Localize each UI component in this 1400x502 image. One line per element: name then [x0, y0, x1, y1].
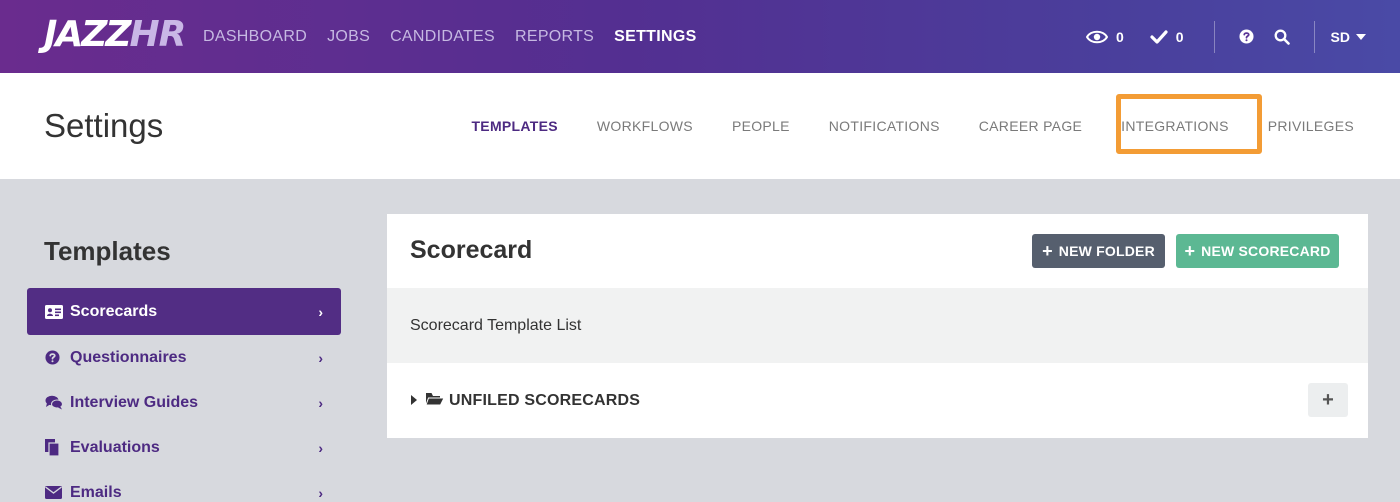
- id-card-icon: [45, 304, 65, 319]
- nav-jobs[interactable]: JOBS: [327, 28, 370, 46]
- tasks-counter[interactable]: 0: [1150, 29, 1184, 45]
- chat-bubbles-icon: [45, 395, 65, 410]
- tab-notifications[interactable]: NOTIFICATIONS: [829, 118, 940, 134]
- documents-icon: [45, 439, 65, 456]
- new-folder-label: NEW FOLDER: [1058, 243, 1155, 259]
- top-right-controls: 0 0 SD: [1085, 0, 1400, 73]
- tab-people[interactable]: PEOPLE: [732, 118, 790, 134]
- plus-icon: +: [1184, 241, 1196, 261]
- sidebar-item-evaluations[interactable]: Evaluations ›: [27, 425, 341, 470]
- folder-label: UNFILED SCORECARDS: [449, 392, 641, 409]
- logo-sub-text: HR: [129, 14, 186, 55]
- panel-title: Scorecard: [410, 236, 533, 264]
- sidebar-title: Templates: [44, 236, 171, 266]
- jazzhr-logo[interactable]: JAZZ HR: [44, 14, 186, 55]
- sidebar-item-label: Questionnaires: [70, 348, 187, 366]
- search-icon[interactable]: [1274, 29, 1290, 45]
- settings-header: Settings TEMPLATES WORKFLOWS PEOPLE NOTI…: [0, 73, 1400, 179]
- sidebar-item-label: Scorecards: [70, 302, 158, 320]
- plus-icon: +: [1042, 241, 1053, 261]
- new-scorecard-label: NEW SCORECARD: [1201, 243, 1331, 259]
- scorecard-panel: Scorecard + NEW FOLDER + NEW SCORECARD S…: [387, 214, 1368, 438]
- sidebar-item-interview-guides[interactable]: Interview Guides ›: [27, 380, 341, 425]
- chevron-right-icon: ›: [318, 349, 323, 366]
- nav-divider-2: [1313, 20, 1315, 53]
- settings-tabs: TEMPLATES WORKFLOWS PEOPLE NOTIFICATIONS…: [471, 73, 1354, 179]
- top-navigation-bar: JAZZ HR DASHBOARD JOBS CANDIDATES REPORT…: [0, 0, 1400, 73]
- chevron-right-icon: ›: [318, 439, 323, 456]
- tab-integrations[interactable]: INTEGRATIONS: [1121, 118, 1229, 134]
- chevron-right-icon: ›: [318, 394, 323, 411]
- list-header-text: Scorecard Template List: [410, 317, 582, 334]
- caret-down-icon: [1356, 33, 1366, 40]
- nav-reports[interactable]: REPORTS: [515, 28, 594, 46]
- tab-privileges[interactable]: PRIVILEGES: [1268, 118, 1354, 134]
- sidebar-item-label: Emails: [70, 483, 122, 501]
- chevron-right-icon: ›: [318, 484, 323, 501]
- add-to-folder-button[interactable]: +: [1308, 383, 1348, 417]
- eye-icon: [1085, 30, 1108, 43]
- new-folder-button[interactable]: + NEW FOLDER: [1032, 234, 1165, 268]
- nav-divider: [1213, 20, 1215, 53]
- views-count: 0: [1115, 28, 1124, 45]
- page-title: Settings: [44, 107, 164, 144]
- question-circle-icon: [45, 350, 65, 365]
- chevron-right-icon: ›: [318, 303, 323, 320]
- user-initials: SD: [1330, 28, 1350, 45]
- tasks-count: 0: [1175, 28, 1184, 45]
- help-icon[interactable]: [1239, 29, 1254, 44]
- nav-settings[interactable]: SETTINGS: [614, 28, 696, 46]
- user-menu[interactable]: SD: [1331, 29, 1366, 45]
- tab-career-page[interactable]: CAREER PAGE: [979, 118, 1082, 134]
- tab-templates[interactable]: TEMPLATES: [471, 118, 557, 134]
- views-counter[interactable]: 0: [1085, 28, 1124, 45]
- sidebar-item-scorecards[interactable]: Scorecards ›: [27, 288, 341, 335]
- sidebar-item-label: Interview Guides: [70, 393, 199, 411]
- folder-row-unfiled[interactable]: UNFILED SCORECARDS +: [387, 363, 1368, 438]
- nav-candidates[interactable]: CANDIDATES: [390, 28, 495, 46]
- folder-open-icon: [425, 392, 445, 411]
- check-icon: [1150, 29, 1168, 44]
- logo-main-text: JAZZ: [44, 14, 131, 55]
- new-scorecard-button[interactable]: + NEW SCORECARD: [1176, 234, 1339, 268]
- caret-right-icon[interactable]: [411, 395, 417, 405]
- tab-workflows[interactable]: WORKFLOWS: [597, 118, 693, 134]
- list-header: Scorecard Template List: [387, 288, 1368, 363]
- sidebar-list: Scorecards › Questionnaires › Interview …: [27, 288, 341, 502]
- envelope-icon: [45, 486, 65, 499]
- main-nav: DASHBOARD JOBS CANDIDATES REPORTS SETTIN…: [203, 0, 697, 73]
- sidebar-item-questionnaires[interactable]: Questionnaires ›: [27, 335, 341, 380]
- sidebar-item-label: Evaluations: [70, 438, 160, 456]
- nav-dashboard[interactable]: DASHBOARD: [203, 28, 307, 46]
- sidebar-item-emails[interactable]: Emails ›: [27, 470, 341, 502]
